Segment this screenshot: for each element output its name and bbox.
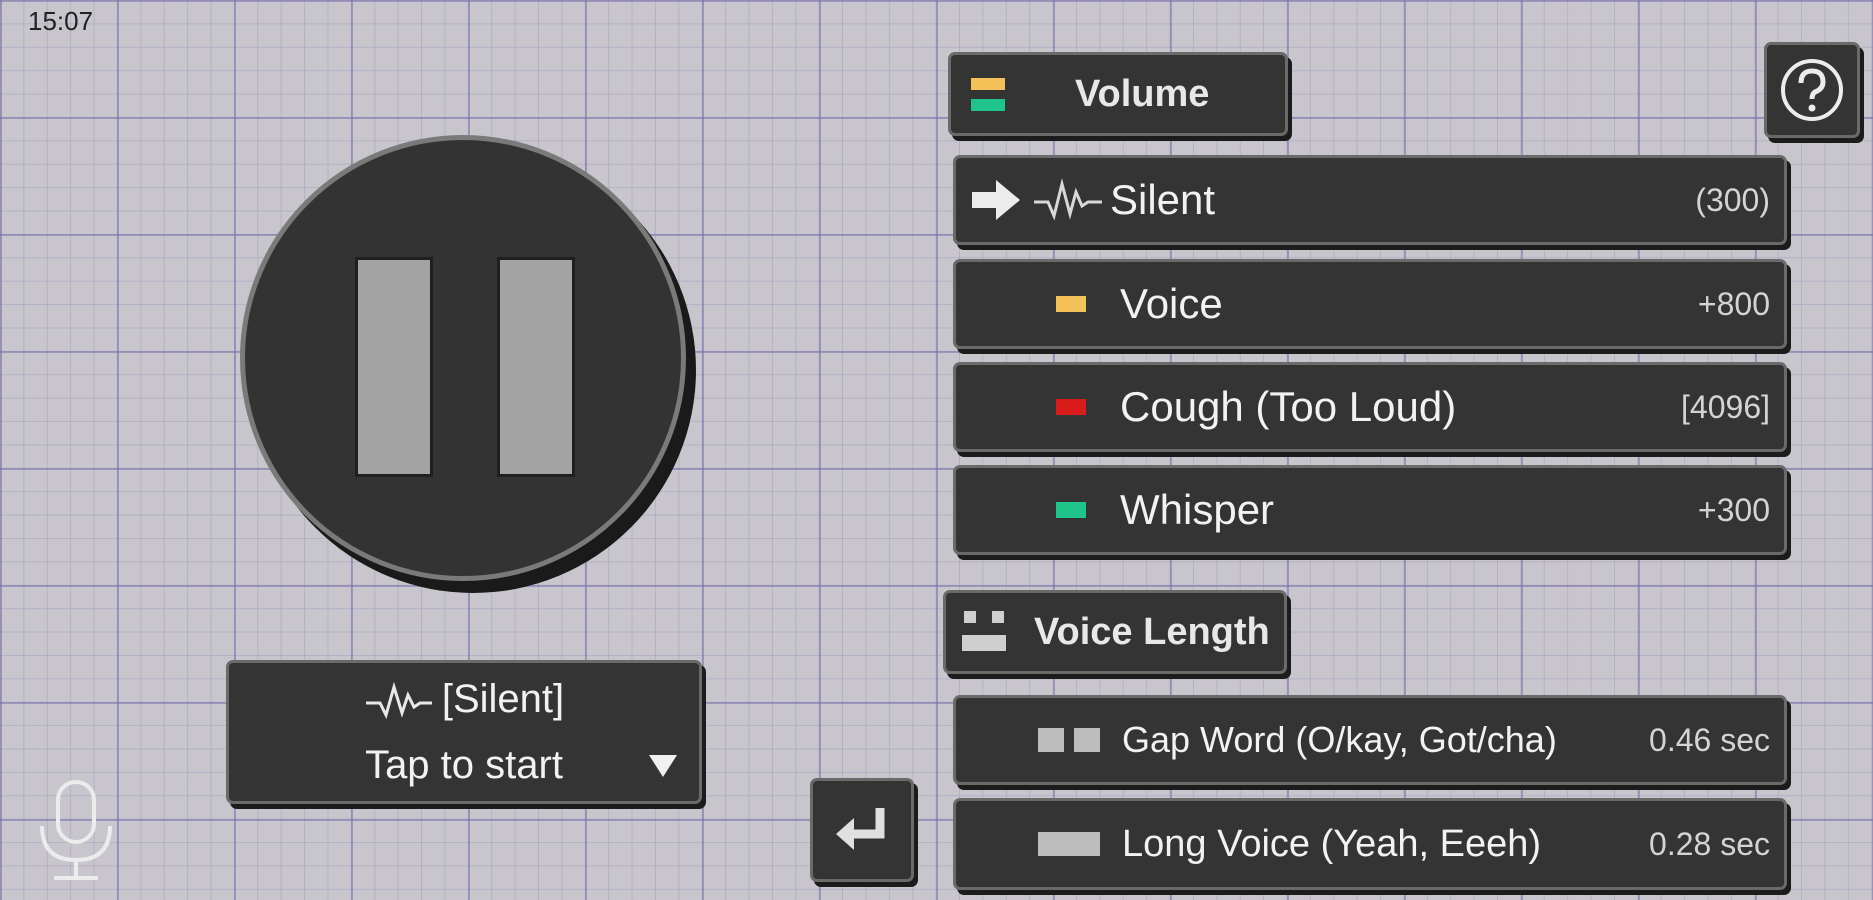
gap-word-icon xyxy=(1038,728,1100,752)
arrow-right-icon xyxy=(972,180,1020,220)
long-voice-icon xyxy=(1038,832,1100,856)
mode-selector[interactable]: [Silent] Tap to start xyxy=(226,660,702,804)
enter-button[interactable] xyxy=(810,778,914,882)
volume-header-label: Volume xyxy=(1075,72,1210,115)
volume-row-whisper-label: Whisper xyxy=(1120,486,1275,533)
voice-length-row-long-voice[interactable]: Long Voice (Yeah, Eeeh) 0.28 sec xyxy=(953,798,1787,890)
voice-length-header-label: Voice Length xyxy=(1034,610,1270,653)
voice-length-icon xyxy=(962,611,1006,651)
volume-row-cough-value: [4096] xyxy=(1681,388,1770,425)
volume-row-voice[interactable]: Voice +800 xyxy=(953,259,1787,349)
voice-length-row-gap-word-value: 0.46 sec xyxy=(1649,721,1770,758)
pause-icon-bar-left xyxy=(355,257,433,477)
volume-row-silent-value: (300) xyxy=(1695,181,1770,218)
pause-icon-bar-right xyxy=(497,257,575,477)
whisper-color-swatch xyxy=(1056,502,1086,518)
cough-color-swatch xyxy=(1056,399,1086,415)
volume-row-silent-label: Silent xyxy=(1110,176,1216,223)
volume-row-cough-label: Cough (Too Loud) xyxy=(1120,383,1457,430)
volume-row-voice-label: Voice xyxy=(1120,280,1223,327)
voice-color-swatch xyxy=(1056,296,1086,312)
chevron-down-icon xyxy=(649,755,677,777)
help-icon xyxy=(1781,59,1843,121)
status-state-text: [Silent] xyxy=(441,677,565,721)
volume-icon xyxy=(971,77,1005,111)
waveform-icon xyxy=(1034,178,1102,221)
volume-row-whisper[interactable]: Whisper +300 xyxy=(953,465,1787,555)
volume-row-silent[interactable]: Silent (300) xyxy=(953,155,1787,245)
voice-length-row-gap-word[interactable]: Gap Word (O/kay, Got/cha) 0.46 sec xyxy=(953,695,1787,785)
volume-row-whisper-value: +300 xyxy=(1697,491,1770,528)
voice-length-row-long-voice-label: Long Voice (Yeah, Eeeh) xyxy=(1122,822,1542,865)
voice-length-row-long-voice-value: 0.28 sec xyxy=(1649,825,1770,862)
voice-length-row-gap-word-label: Gap Word (O/kay, Got/cha) xyxy=(1122,719,1557,760)
status-time: 15:07 xyxy=(28,6,94,36)
volume-row-cough[interactable]: Cough (Too Loud) [4096] xyxy=(953,362,1787,452)
help-button[interactable] xyxy=(1764,42,1860,138)
waveform-icon xyxy=(365,682,432,720)
status-hint: Tap to start xyxy=(365,743,563,787)
microphone-icon xyxy=(34,778,118,889)
voice-length-header-button[interactable]: Voice Length xyxy=(943,590,1287,674)
enter-icon xyxy=(836,808,885,850)
status-state: [Silent] xyxy=(229,677,699,722)
volume-row-voice-value: +800 xyxy=(1697,285,1770,322)
volume-header-button[interactable]: Volume xyxy=(948,52,1288,136)
pause-button[interactable] xyxy=(240,135,686,581)
